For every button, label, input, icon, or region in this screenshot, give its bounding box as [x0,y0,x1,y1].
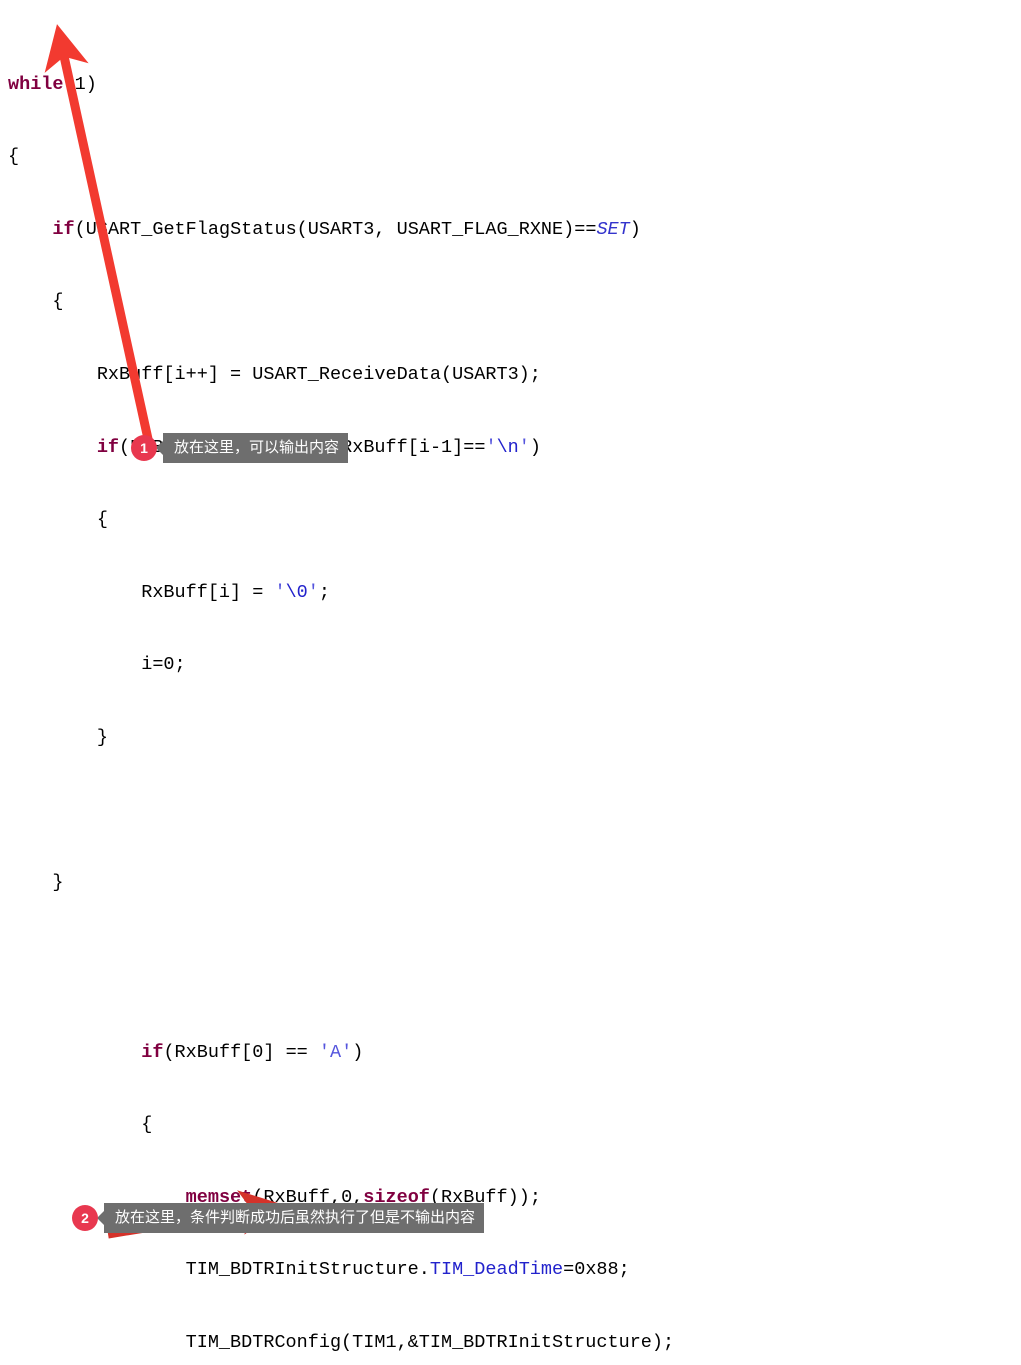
code-line[interactable]: if(USART_GetFlagStatus(USART3, USART_FLA… [0,218,1021,242]
code-area[interactable]: while(1) { if(USART_GetFlagStatus(USART3… [0,0,1021,1365]
code-line[interactable]: { [0,508,1021,532]
code-line[interactable]: while(1) [0,73,1021,97]
code-line[interactable]: { [0,1113,1021,1137]
annotation-badge-1[interactable]: 1 [131,435,157,461]
code-line-blank[interactable] [0,944,1021,968]
annotation-callout-1[interactable]: 1 放在这里，可以输出内容 [131,433,349,463]
code-line[interactable]: TIM_BDTRInitStructure.TIM_DeadTime=0x88; [0,1258,1021,1282]
annotation-bubble-1: 放在这里，可以输出内容 [155,433,349,463]
code-line[interactable]: } [0,871,1021,895]
annotation-bubble-2: 放在这里，条件判断成功后虽然执行了但是不输出内容 [96,1203,485,1233]
code-line[interactable]: } [0,726,1021,750]
code-line[interactable]: RxBuff[i] = '\0'; [0,581,1021,605]
code-line[interactable]: TIM_BDTRConfig(TIM1,&TIM_BDTRInitStructu… [0,1331,1021,1355]
annotation-badge-2[interactable]: 2 [72,1205,98,1231]
code-line[interactable]: if(RxBuff[0] == 'A') [0,1041,1021,1065]
code-line[interactable]: i=0; [0,653,1021,677]
code-line-blank[interactable] [0,799,1021,823]
code-editor-screenshot: while(1) { if(USART_GetFlagStatus(USART3… [0,0,1021,1365]
code-line[interactable]: RxBuff[i++] = USART_ReceiveData(USART3); [0,363,1021,387]
annotation-callout-2[interactable]: 2 放在这里，条件判断成功后虽然执行了但是不输出内容 [72,1203,485,1233]
code-line[interactable]: { [0,290,1021,314]
code-line[interactable]: { [0,145,1021,169]
